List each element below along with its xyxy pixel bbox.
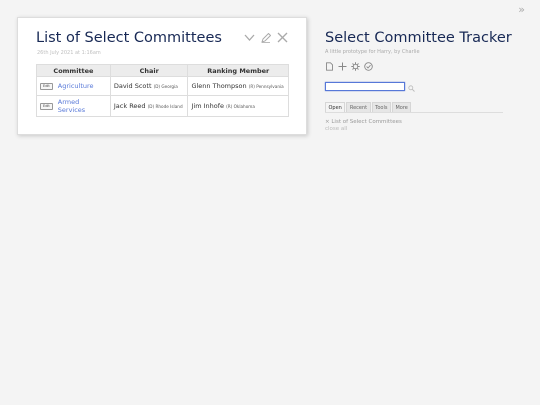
check-circle-icon[interactable] <box>364 62 373 71</box>
tiddler-title: List of Select Committees <box>36 30 222 46</box>
tiddler-card: List of Select Committees 26th July 2021… <box>17 17 307 135</box>
committee-cell: Edit Agriculture <box>36 76 111 96</box>
committee-link[interactable]: Agriculture <box>58 82 94 90</box>
chair-party-state: (D) Georgia <box>153 84 178 89</box>
tab-recent[interactable]: Recent <box>346 102 371 112</box>
header-ranking-member: Ranking Member <box>187 64 289 77</box>
search-input[interactable] <box>325 82 405 91</box>
table-row: Edit Armed Services Jack Reed (D) Rhode … <box>36 95 289 117</box>
plus-icon[interactable] <box>338 62 347 71</box>
tab-more[interactable]: More <box>391 102 412 112</box>
chair-name: David Scott <box>113 82 152 90</box>
search-icon[interactable] <box>408 77 415 96</box>
tab-tools[interactable]: Tools <box>371 102 391 112</box>
tiddler-subtitle: 26th July 2021 at 1:16am <box>37 50 101 56</box>
edit-pencil-icon[interactable] <box>261 32 271 43</box>
ranking-member-party-state: (R) Oklahoma <box>226 104 255 109</box>
committee-cell: Edit Armed Services <box>36 95 111 117</box>
table-header-row: Committee Chair Ranking Member <box>36 64 289 77</box>
ranking-member-party-state: (R) Pennsylvania <box>248 84 284 89</box>
ranking-member-cell: Glenn Thompson (R) Pennsylvania <box>187 76 289 96</box>
chair-name: Jack Reed <box>113 102 146 110</box>
chair-cell: Jack Reed (D) Rhode Island <box>109 95 189 117</box>
chair-cell: David Scott (D) Georgia <box>109 76 189 96</box>
site-subtitle: A little prototype for Harry, by Charlie <box>325 49 420 55</box>
committees-table: Committee Chair Ranking Member Edit Agri… <box>36 64 289 117</box>
edit-button[interactable]: Edit <box>40 82 53 90</box>
ranking-member-cell: Jim Inhofe (R) Oklahoma <box>187 95 289 117</box>
ranking-member-name: Jim Inhofe <box>191 102 225 110</box>
expand-sidebar-icon[interactable]: » <box>518 3 525 16</box>
chevron-down-icon[interactable] <box>244 33 255 42</box>
table-row: Edit Agriculture David Scott (D) Georgia… <box>36 76 289 96</box>
sidebar-tabs: Open Recent Tools More <box>325 102 503 113</box>
sidebar: Select Committee Tracker A little protot… <box>325 30 525 132</box>
close-item-icon[interactable]: × <box>325 119 330 125</box>
search-row <box>325 77 525 96</box>
committee-link[interactable]: Armed Services <box>58 98 107 114</box>
close-icon[interactable] <box>277 32 288 43</box>
tiddler-controls <box>244 32 288 43</box>
ranking-member-name: Glenn Thompson <box>191 82 247 90</box>
new-tiddler-icon[interactable] <box>325 62 334 71</box>
chair-party-state: (D) Rhode Island <box>147 104 183 109</box>
page-controls <box>325 62 525 71</box>
close-all-link[interactable]: close all <box>325 126 525 132</box>
header-committee: Committee <box>36 64 111 77</box>
gear-icon[interactable] <box>351 62 360 71</box>
header-chair: Chair <box>109 64 189 77</box>
tab-open[interactable]: Open <box>325 102 346 112</box>
open-list-item: × List of Select Committees <box>325 119 525 125</box>
edit-button[interactable]: Edit <box>40 102 53 110</box>
open-item-link[interactable]: List of Select Committees <box>331 119 402 125</box>
site-title: Select Committee Tracker <box>325 30 512 46</box>
